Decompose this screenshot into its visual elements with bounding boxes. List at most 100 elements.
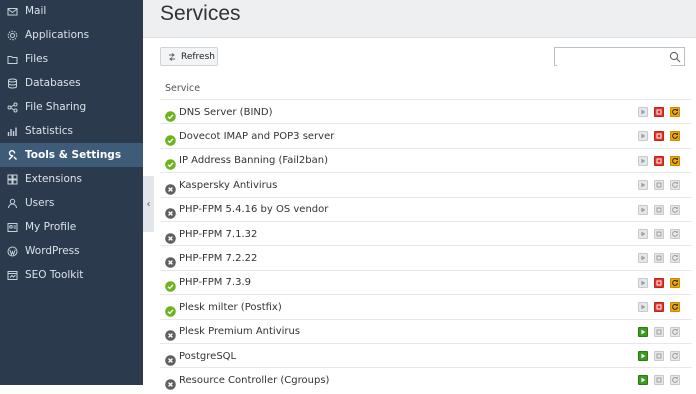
sidebar-item-label: Mail (25, 5, 47, 17)
sidebar-item-label: Files (25, 53, 49, 65)
sidebar-item-extensions[interactable]: Extensions (0, 167, 143, 191)
stop-icon[interactable] (654, 229, 664, 239)
sidebar-item-label: WordPress (25, 245, 80, 257)
restart-icon[interactable] (670, 107, 680, 117)
restart-icon[interactable] (670, 326, 680, 337)
sidebar-item-files[interactable]: Files (0, 47, 143, 71)
sidebar-item-seo-toolkit[interactable]: SEO Toolkit (0, 263, 143, 287)
stop-icon[interactable] (654, 155, 664, 166)
sidebar-item-label: My Profile (25, 221, 77, 233)
service-name: DNS Server (BIND) (179, 106, 273, 118)
refresh-icon (169, 52, 175, 61)
stop-icon[interactable] (654, 375, 664, 386)
gear-icon (7, 30, 18, 41)
stop-icon[interactable] (654, 351, 664, 361)
puzzle-icon (7, 174, 18, 185)
start-icon[interactable] (638, 253, 648, 264)
search-icon[interactable] (669, 51, 681, 63)
search-field[interactable] (554, 47, 685, 69)
sidebar-item-statistics[interactable]: Statistics (0, 119, 143, 143)
sidebar-item-my-profile[interactable]: My Profile (0, 215, 143, 239)
status-running-icon (165, 302, 176, 317)
restart-icon[interactable] (670, 351, 680, 361)
stop-icon[interactable] (654, 253, 664, 264)
start-icon[interactable] (638, 155, 648, 166)
sidebar-item-label: File Sharing (25, 101, 87, 113)
start-icon[interactable] (638, 277, 648, 288)
service-name: IP Address Banning (Fail2ban) (179, 155, 328, 167)
status-stopped-icon (165, 253, 176, 268)
wordpress-icon (7, 246, 18, 257)
table-row: PHP-FPM 7.1.32 (160, 221, 692, 246)
service-name: PHP-FPM 7.2.22 (179, 252, 258, 264)
folder-icon (7, 54, 18, 65)
service-name: Plesk milter (Postfix) (179, 301, 282, 313)
table-row: Dovecot IMAP and POP3 server (160, 123, 692, 148)
table-row: PHP-FPM 7.3.9 (160, 269, 692, 295)
service-name: PHP-FPM 5.4.16 by OS vendor (179, 204, 329, 216)
service-name: PHP-FPM 7.3.9 (179, 277, 252, 289)
status-running-icon (165, 277, 176, 293)
stop-icon[interactable] (654, 277, 664, 288)
restart-icon[interactable] (670, 180, 680, 191)
start-icon[interactable] (638, 131, 648, 142)
restart-icon[interactable] (670, 375, 680, 386)
sidebar-item-applications[interactable]: Applications (0, 23, 143, 47)
table-row: Kaspersky Antivirus (160, 172, 692, 197)
start-icon[interactable] (638, 204, 648, 215)
mail-icon (7, 6, 18, 17)
status-stopped-icon (165, 375, 176, 390)
column-header-service[interactable]: Service (165, 83, 200, 94)
start-icon[interactable] (638, 229, 648, 239)
status-running-icon (165, 155, 176, 171)
sidebar-item-file-sharing[interactable]: File Sharing (0, 95, 143, 119)
table-row: PostgreSQL (160, 343, 692, 368)
refresh-button[interactable]: Refresh (160, 47, 218, 66)
main-content: Refresh Service DNS Server (BIND) Dovecot… (154, 38, 696, 390)
status-stopped-icon (165, 326, 176, 341)
restart-icon[interactable] (670, 229, 680, 239)
user-icon (7, 198, 18, 209)
table-row: Plesk milter (Postfix) (160, 294, 692, 319)
sidebar-item-label: Databases (25, 77, 81, 89)
table-row: Plesk Premium Antivirus (160, 318, 692, 344)
stop-icon[interactable] (654, 180, 664, 191)
stop-icon[interactable] (654, 326, 664, 337)
sidebar-item-tools-settings[interactable]: Tools & Settings (0, 143, 143, 167)
sidebar-collapse-button[interactable]: ‹ (143, 176, 154, 232)
restart-icon[interactable] (670, 302, 680, 313)
sidebar-item-databases[interactable]: Databases (0, 71, 143, 95)
start-icon[interactable] (638, 302, 648, 313)
sidebar-item-mail[interactable]: Mail (0, 0, 143, 23)
sidebar-item-label: Statistics (25, 125, 73, 137)
share-icon (7, 102, 18, 113)
stop-icon[interactable] (654, 302, 664, 313)
stop-icon[interactable] (654, 107, 664, 117)
restart-icon[interactable] (670, 131, 680, 142)
start-icon[interactable] (638, 351, 648, 361)
status-running-icon (165, 107, 176, 122)
sidebar-item-wordpress[interactable]: WordPress (0, 239, 143, 263)
start-icon[interactable] (638, 326, 648, 337)
service-name: Resource Controller (Cgroups) (179, 374, 330, 386)
restart-icon[interactable] (670, 253, 680, 264)
bar-chart-icon (7, 126, 18, 137)
page-title: Services (160, 2, 241, 25)
status-stopped-icon (165, 229, 176, 244)
stop-icon[interactable] (654, 131, 664, 142)
restart-icon[interactable] (670, 277, 680, 288)
page-header: Services (143, 0, 696, 38)
database-icon (7, 78, 18, 89)
seo-toolkit-icon (7, 270, 18, 281)
restart-icon[interactable] (670, 155, 680, 166)
search-input[interactable] (557, 51, 671, 69)
sidebar-item-users[interactable]: Users (0, 191, 143, 215)
chevron-left-icon: ‹ (146, 198, 151, 210)
stop-icon[interactable] (654, 204, 664, 215)
start-icon[interactable] (638, 180, 648, 191)
start-icon[interactable] (638, 107, 648, 117)
table-row: Resource Controller (Cgroups) (160, 367, 692, 392)
sidebar-item-label: Users (25, 197, 55, 209)
restart-icon[interactable] (670, 204, 680, 215)
start-icon[interactable] (638, 375, 648, 386)
